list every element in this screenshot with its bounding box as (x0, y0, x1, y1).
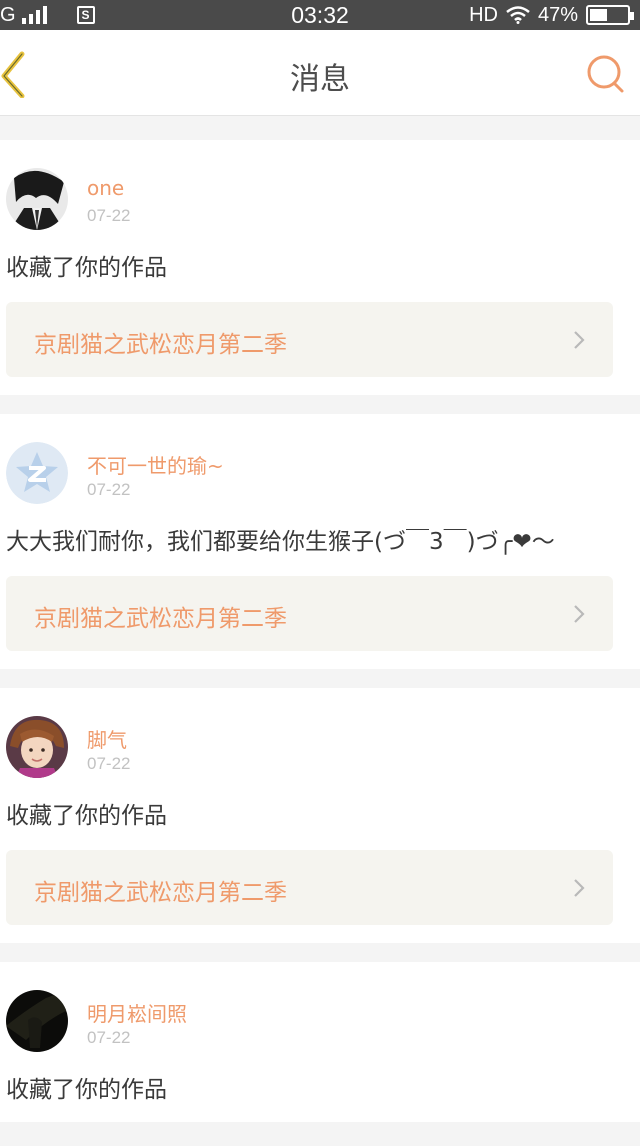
message-header: 脚气 07-22 (0, 688, 640, 780)
work-title: 京剧猫之武松恋月第二季 (34, 332, 287, 358)
work-title: 京剧猫之武松恋月第二季 (34, 606, 287, 632)
message-card[interactable]: 不可一世的瑜~ 07-22 大大我们耐你，我们都要给你生猴子(づ￣3￣)づ╭❤～… (0, 414, 640, 669)
message-text: 收藏了你的作品 (6, 803, 167, 829)
search-icon (587, 55, 624, 93)
username[interactable]: 脚气 (87, 724, 127, 753)
back-chevron-icon (1, 51, 25, 99)
default-z-avatar-icon (6, 442, 68, 504)
wifi-icon (506, 6, 530, 24)
avatar[interactable] (6, 990, 68, 1052)
chevron-right-icon (574, 605, 585, 623)
chevron-right-icon (574, 331, 585, 349)
username[interactable]: one (87, 176, 124, 200)
message-card[interactable]: one 07-22 收藏了你的作品 京剧猫之武松恋月第二季 (0, 140, 640, 395)
work-link[interactable]: 京剧猫之武松恋月第二季 (6, 302, 613, 377)
status-right: HD 47% (469, 2, 634, 28)
status-bar: G S 03:32 HD 47% (0, 0, 640, 30)
search-button[interactable] (586, 54, 626, 94)
avatar[interactable] (6, 168, 68, 230)
message-list: one 07-22 收藏了你的作品 京剧猫之武松恋月第二季 不可一世的瑜~ 07… (0, 140, 640, 1141)
battery-percent: 47% (537, 3, 578, 26)
battery-fill (590, 9, 607, 21)
message-header: 明月崧间照 07-22 (0, 962, 640, 1054)
battery-icon (586, 5, 634, 25)
message-header: 不可一世的瑜~ 07-22 (0, 414, 640, 506)
chevron-right-icon (574, 879, 585, 897)
avatar[interactable] (6, 442, 68, 504)
avatar[interactable] (6, 716, 68, 778)
username[interactable]: 不可一世的瑜~ (87, 450, 224, 479)
page-title: 消息 (290, 62, 350, 97)
work-link[interactable]: 京剧猫之武松恋月第二季 (6, 576, 613, 651)
message-text: 收藏了你的作品 (6, 1077, 167, 1103)
boy-photo-avatar-icon (6, 716, 68, 778)
network-label: HD (469, 3, 498, 26)
night-scene-avatar-icon (6, 990, 68, 1052)
message-card[interactable]: 明月崧间照 07-22 收藏了你的作品 (0, 962, 640, 1122)
message-header: one 07-22 (0, 140, 640, 232)
back-button[interactable] (0, 50, 40, 99)
dark-hair-avatar-icon (6, 168, 68, 230)
message-date: 07-22 (87, 480, 131, 499)
message-text: 收藏了你的作品 (6, 255, 167, 281)
username[interactable]: 明月崧间照 (87, 998, 187, 1027)
message-date: 07-22 (87, 1028, 131, 1047)
work-title: 京剧猫之武松恋月第二季 (34, 880, 287, 906)
message-card[interactable]: 脚气 07-22 收藏了你的作品 京剧猫之武松恋月第二季 (0, 688, 640, 943)
message-date: 07-22 (87, 754, 131, 773)
work-link[interactable]: 京剧猫之武松恋月第二季 (6, 850, 613, 925)
nav-bar: 消息 (0, 30, 640, 116)
message-date: 07-22 (87, 206, 131, 225)
message-text: 大大我们耐你，我们都要给你生猴子(づ￣3￣)づ╭❤～ (6, 529, 555, 555)
